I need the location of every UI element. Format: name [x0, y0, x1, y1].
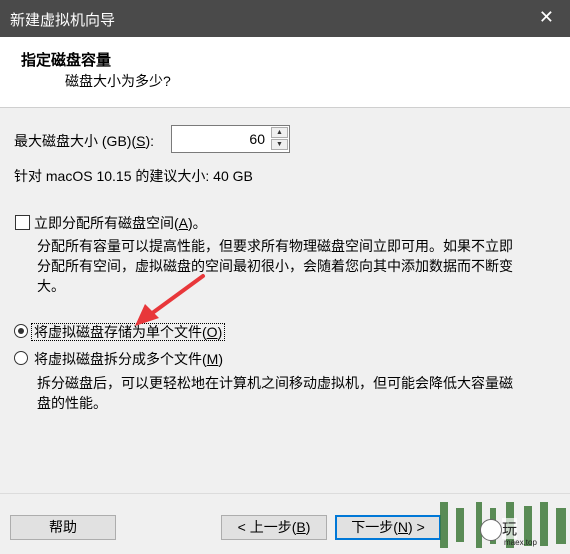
- footer-separator: [0, 493, 570, 494]
- allocate-description: 分配所有容量可以提高性能，但要求所有物理磁盘空间立即可用。如果不立即 分配所有空…: [37, 238, 513, 294]
- next-button[interactable]: 下一步(N) >: [335, 515, 441, 540]
- watermark-logo: 玩 maex.top: [436, 500, 570, 551]
- watermark-url: maex.top: [504, 538, 537, 547]
- stepper-up-icon[interactable]: ▲: [271, 127, 288, 138]
- help-button[interactable]: 帮助: [10, 515, 116, 540]
- multi-file-description: 拆分磁盘后，可以更轻松地在计算机之间移动虚拟机，但可能会降低大容量磁 盘的性能。: [37, 375, 513, 411]
- wechat-icon: [480, 519, 502, 541]
- allocate-checkbox[interactable]: [15, 215, 30, 230]
- multi-file-label[interactable]: 将虚拟磁盘拆分成多个文件(M): [34, 349, 223, 369]
- multi-file-radio[interactable]: [14, 351, 28, 365]
- allocate-label[interactable]: 立即分配所有磁盘空间(A)。: [34, 213, 207, 233]
- page-subtitle: 磁盘大小为多少?: [65, 73, 171, 89]
- max-size-label: 最大磁盘大小 (GB)(S):: [14, 133, 155, 149]
- annotation-arrow: [135, 274, 205, 326]
- recommended-size: 针对 macOS 10.15 的建议大小: 40 GB: [14, 168, 253, 184]
- single-file-radio[interactable]: [14, 324, 28, 338]
- page-title: 指定磁盘容量: [21, 52, 112, 69]
- wizard-header: 指定磁盘容量 磁盘大小为多少?: [0, 37, 570, 108]
- stepper-down-icon[interactable]: ▼: [271, 139, 288, 150]
- close-icon[interactable]: ✕: [539, 7, 554, 27]
- window-title: 新建虚拟机向导: [10, 12, 116, 29]
- watermark-text: 玩: [502, 518, 518, 539]
- back-button[interactable]: < 上一步(B): [221, 515, 327, 540]
- max-size-stepper[interactable]: 60 ▲ ▼: [171, 125, 290, 153]
- max-size-value[interactable]: 60: [249, 131, 265, 147]
- title-bar: 新建虚拟机向导 ✕: [0, 0, 570, 37]
